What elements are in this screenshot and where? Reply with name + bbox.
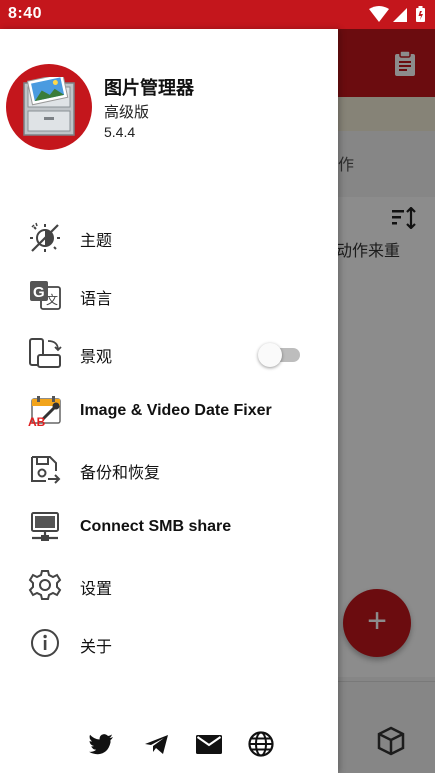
- social-links: [86, 729, 286, 763]
- status-bar: 8:40: [0, 0, 435, 29]
- menu-label-settings: 设置: [80, 579, 113, 598]
- status-icons: [367, 6, 429, 23]
- toggle-thumb: [258, 343, 282, 367]
- app-name: 图片管理器: [104, 78, 194, 99]
- menu-label-smb: Connect SMB share: [80, 518, 232, 535]
- settings-icon: [28, 569, 62, 601]
- app-version: 5.4.4: [104, 124, 136, 140]
- menu-item-date-fixer[interactable]: AB Image & Video Date Fixer: [0, 382, 338, 440]
- telegram-icon[interactable]: [142, 729, 172, 759]
- app-edition: 高级版: [104, 103, 150, 121]
- menu-item-landscape[interactable]: 景观: [0, 324, 338, 382]
- menu-label-about: 关于: [80, 637, 113, 656]
- navigation-drawer: 图片管理器 高级版 5.4.4 主题 文 G 语言 景观 AB Image & …: [0, 29, 338, 773]
- menu-item-language[interactable]: 文 G 语言: [0, 266, 338, 324]
- menu-label-theme: 主题: [80, 231, 113, 250]
- menu-item-backup[interactable]: 备份和恢复: [0, 440, 338, 498]
- menu-item-settings[interactable]: 设置: [0, 556, 338, 614]
- twitter-icon[interactable]: [86, 729, 116, 759]
- theme-icon: [28, 221, 62, 253]
- screen-rotation-icon: [28, 337, 62, 369]
- svg-text:AB: AB: [28, 415, 46, 427]
- email-icon[interactable]: [194, 729, 224, 759]
- svg-text:G: G: [33, 284, 45, 301]
- menu-label-language: 语言: [80, 289, 113, 308]
- web-icon[interactable]: [246, 729, 276, 759]
- menu-item-smb[interactable]: Connect SMB share: [0, 498, 338, 556]
- signal-icon: [393, 8, 407, 22]
- menu-label-backup: 备份和恢复: [80, 463, 161, 482]
- wifi-icon: [369, 6, 389, 22]
- backup-restore-icon: [28, 453, 62, 485]
- menu-label-date-fixer: Image & Video Date Fixer: [80, 402, 272, 419]
- drawer-menu: 主题 文 G 语言 景观 AB Image & Video Date Fixer…: [0, 208, 338, 672]
- menu-item-about[interactable]: 关于: [0, 614, 338, 672]
- translate-icon: 文 G: [28, 279, 62, 311]
- status-time: 8:40: [8, 5, 43, 22]
- menu-item-theme[interactable]: 主题: [0, 208, 338, 266]
- network-share-icon: [28, 511, 62, 543]
- battery-icon: [416, 6, 425, 22]
- info-icon: [28, 627, 62, 659]
- app-logo: [6, 64, 92, 150]
- landscape-toggle[interactable]: [258, 343, 300, 367]
- calendar-fix-icon: AB: [28, 395, 62, 429]
- menu-label-landscape: 景观: [80, 347, 113, 366]
